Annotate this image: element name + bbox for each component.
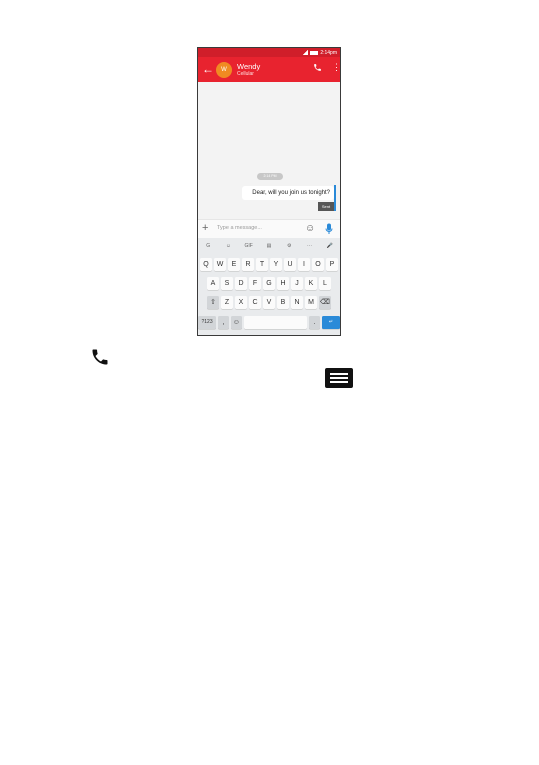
avatar[interactable]: W xyxy=(216,62,232,78)
toolbar-item[interactable]: ⚙ xyxy=(279,243,299,249)
key[interactable]: Q xyxy=(200,258,212,271)
key[interactable]: W xyxy=(214,258,226,271)
keyboard-toolbar: G ☺ GIF ▤ ⚙ ··· 🎤 xyxy=(198,238,340,253)
menu-bar xyxy=(330,373,348,375)
mic-icon[interactable] xyxy=(325,223,333,235)
key[interactable] xyxy=(243,316,308,329)
key[interactable]: ↵ xyxy=(321,316,340,329)
keyboard: G ☺ GIF ▤ ⚙ ··· 🎤 QWERTYUIOP ASDFGHJKL ⇧ Z X C V B N… xyxy=(198,238,340,335)
key[interactable]: ⌫ xyxy=(319,296,331,309)
key[interactable]: ☺ xyxy=(230,316,242,329)
key[interactable]: G xyxy=(263,277,275,290)
key[interactable]: V xyxy=(263,296,275,309)
key-row-1: QWERTYUIOP xyxy=(198,258,340,272)
contact-name: Wendy xyxy=(237,62,261,71)
key[interactable]: U xyxy=(284,258,296,271)
menu-icon xyxy=(325,368,353,388)
key[interactable]: X xyxy=(235,296,247,309)
toolbar-item[interactable]: ☺ xyxy=(218,243,238,249)
status-bar: 2:14pm xyxy=(198,48,340,57)
compose-bar: + Type a message... ☺ xyxy=(198,219,340,238)
key[interactable]: P xyxy=(326,258,338,271)
key[interactable]: H xyxy=(277,277,289,290)
key[interactable]: A xyxy=(207,277,219,290)
key[interactable]: R xyxy=(242,258,254,271)
back-arrow-icon[interactable]: ← xyxy=(202,62,214,76)
key[interactable]: K xyxy=(305,277,317,290)
message-input[interactable]: Type a message... xyxy=(217,225,262,231)
key[interactable]: S xyxy=(221,277,233,290)
phone-icon[interactable] xyxy=(313,63,322,72)
app-bar: ← W Wendy Cellular ⋮ xyxy=(198,57,340,82)
toolbar-item[interactable]: GIF xyxy=(239,243,259,249)
key[interactable]: N xyxy=(291,296,303,309)
toolbar-item[interactable]: ▤ xyxy=(259,243,279,249)
emoji-icon[interactable]: ☺ xyxy=(305,223,315,234)
key-row-4: ?123, ☺. ↵ xyxy=(198,316,340,330)
key[interactable]: F xyxy=(249,277,261,290)
key[interactable]: L xyxy=(319,277,331,290)
key[interactable]: M xyxy=(305,296,317,309)
status-time: 2:14pm xyxy=(320,49,337,56)
key-row-2: ASDFGHJKL xyxy=(198,277,340,291)
toolbar-item[interactable]: ··· xyxy=(299,243,319,249)
overflow-menu-icon[interactable]: ⋮ xyxy=(332,62,340,72)
phone-screenshot: 2:14pm ← W Wendy Cellular ⋮ 2:14 PM Dear… xyxy=(197,47,341,336)
key[interactable]: D xyxy=(235,277,247,290)
phone-icon xyxy=(92,349,108,365)
selection-cursor[interactable] xyxy=(334,185,336,211)
key[interactable]: E xyxy=(228,258,240,271)
battery-icon xyxy=(310,50,319,55)
menu-bar xyxy=(330,377,348,379)
menu-bar xyxy=(330,381,348,383)
message-status: Sent xyxy=(318,202,334,211)
key[interactable]: T xyxy=(256,258,268,271)
key-row-3: ⇧ Z X C V B N M ⌫ xyxy=(198,296,340,310)
key[interactable]: I xyxy=(298,258,310,271)
key[interactable]: , xyxy=(218,316,229,329)
contact-sub: Cellular xyxy=(237,71,254,77)
toolbar-item[interactable]: G xyxy=(198,243,218,249)
signal-icon xyxy=(303,50,309,55)
key[interactable]: B xyxy=(277,296,289,309)
key[interactable]: ⇧ xyxy=(207,296,219,309)
plus-icon[interactable]: + xyxy=(202,222,208,235)
key[interactable]: C xyxy=(249,296,261,309)
key[interactable]: O xyxy=(312,258,324,271)
key[interactable]: Y xyxy=(270,258,282,271)
key[interactable]: ?123 xyxy=(198,316,217,329)
message-bubble[interactable]: Dear, will you join us tonight? xyxy=(242,186,334,200)
key[interactable]: Z xyxy=(221,296,233,309)
toolbar-item[interactable]: 🎤 xyxy=(320,243,340,249)
key[interactable]: J xyxy=(291,277,303,290)
key[interactable]: . xyxy=(309,316,320,329)
timestamp-chip: 2:14 PM xyxy=(257,173,283,180)
